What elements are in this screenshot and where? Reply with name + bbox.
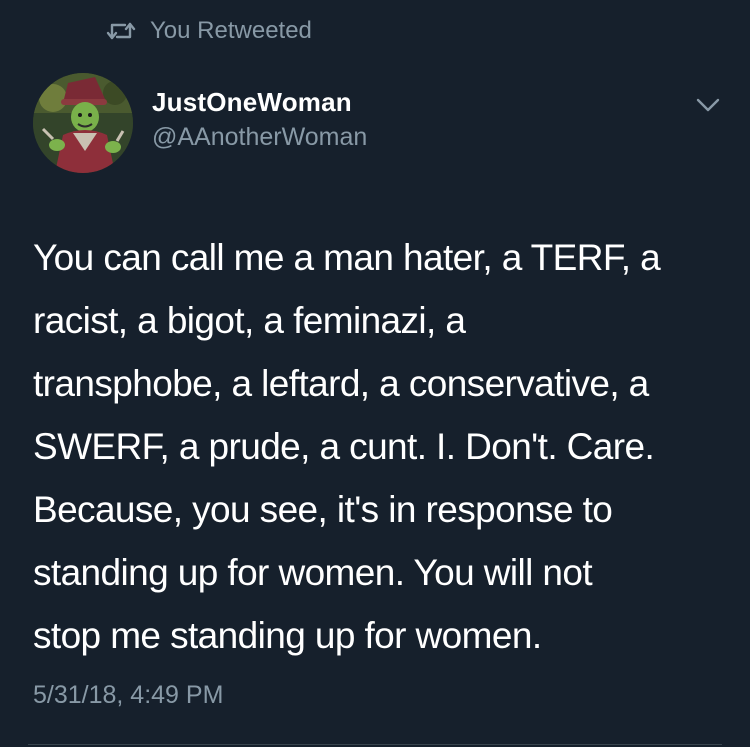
- tweet-text-line: You can call me a man hater, a TERF, a: [33, 237, 661, 278]
- tweet-text-line: SWERF, a prude, a cunt. I. Don't. Care.: [33, 426, 655, 467]
- retweet-label: You Retweeted: [150, 17, 312, 44]
- display-name[interactable]: JustOneWoman: [152, 86, 572, 118]
- retweet-icon: [106, 20, 136, 42]
- tweet-timestamp: 5/31/18, 4:49 PM: [33, 681, 224, 709]
- tweet-text-line: standing up for women. You will not: [33, 552, 593, 593]
- chevron-down-icon[interactable]: [694, 94, 722, 116]
- tweet-text: You can call me a man hater, a TERF, a r…: [33, 226, 733, 667]
- tweet-text-line: stop me standing up for women.: [33, 615, 542, 656]
- divider: [28, 744, 722, 745]
- avatar[interactable]: [33, 73, 133, 173]
- tweet-author[interactable]: JustOneWoman @AAnotherWoman: [152, 86, 572, 154]
- tweet-text-line: transphobe, a leftard, a conservative, a: [33, 363, 649, 404]
- tweet-text-line: racist, a bigot, a feminazi, a: [33, 300, 466, 341]
- tweet-text-line: Because, you see, it's in response to: [33, 489, 613, 530]
- retweet-indicator: You Retweeted: [106, 14, 312, 48]
- user-handle[interactable]: @AAnotherWoman: [152, 120, 572, 154]
